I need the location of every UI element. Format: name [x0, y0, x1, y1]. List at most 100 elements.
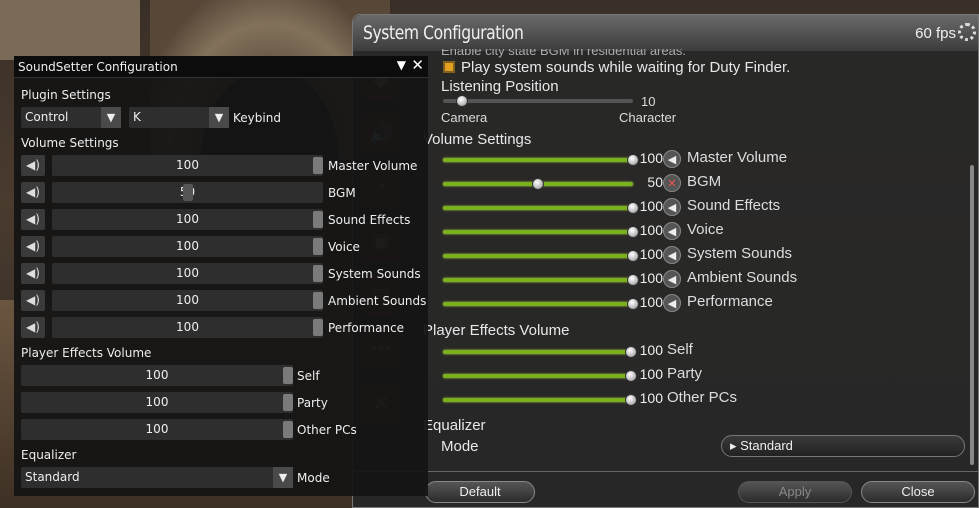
speaker-icon[interactable]: ◀	[663, 150, 681, 168]
window-title: SoundSetter Configuration	[18, 60, 178, 74]
volume-value: 100	[176, 293, 199, 307]
player-effects-value: 100	[639, 342, 663, 358]
chevron-down-icon: ▼	[273, 467, 293, 488]
slider-handle[interactable]	[313, 265, 323, 282]
equalizer-mode-dropdown[interactable]: ▸ Standard	[721, 435, 965, 457]
soundsetter-titlebar[interactable]: SoundSetter Configuration ▼ ✕	[14, 56, 428, 78]
slider-handle[interactable]	[313, 211, 323, 228]
volume-slider-knob[interactable]	[532, 178, 544, 190]
speaker-icon[interactable]: ◀	[663, 270, 681, 288]
speaker-icon[interactable]: ◀)	[21, 317, 45, 338]
volume-slider[interactable]: 100	[52, 290, 323, 311]
volume-slider-track[interactable]	[443, 230, 633, 234]
volume-slider[interactable]: 100	[52, 209, 323, 230]
equalizer-mode-value: Standard	[740, 438, 793, 453]
soundsetter-window: SoundSetter Configuration ▼ ✕ Plugin Set…	[14, 56, 428, 496]
player-effects-value: 100	[639, 366, 663, 382]
speaker-icon[interactable]: ◀)	[21, 155, 45, 176]
volume-label: Ambient Sounds	[328, 294, 427, 308]
volume-slider[interactable]: 100	[52, 263, 323, 284]
volume-value: 100	[639, 150, 663, 166]
slider-handle[interactable]	[313, 319, 323, 336]
key-dropdown[interactable]: K ▼	[129, 107, 229, 128]
player-effects-heading: Player Effects Volume	[21, 346, 152, 360]
volume-label: Performance	[328, 321, 405, 335]
equalizer-mode-value: Standard	[25, 470, 80, 484]
slider-handle[interactable]	[313, 292, 323, 309]
volume-slider[interactable]: 50	[52, 182, 323, 203]
volume-value: 100	[639, 222, 663, 238]
volume-slider-track[interactable]	[443, 158, 633, 162]
player-effects-slider-track[interactable]	[443, 350, 631, 354]
collapse-icon[interactable]: ▼	[397, 58, 406, 72]
fps-counter: 60 fps	[915, 25, 956, 42]
speaker-icon[interactable]: ◀	[663, 222, 681, 240]
slider-handle[interactable]	[283, 367, 293, 384]
listening-position-knob[interactable]	[456, 95, 468, 107]
volume-label: System Sounds	[687, 245, 793, 262]
volume-label: Sound Effects	[687, 197, 781, 214]
volume-label: BGM	[687, 173, 722, 190]
equalizer-heading: Equalizer	[423, 417, 486, 434]
speaker-icon[interactable]: ◀	[663, 198, 681, 216]
close-icon[interactable]: ✕	[411, 56, 424, 74]
slider-handle[interactable]	[283, 421, 293, 438]
player-effects-heading: Player Effects Volume	[423, 322, 570, 339]
slider-handle[interactable]	[313, 157, 323, 174]
speaker-muted-icon[interactable]: ✕	[663, 174, 681, 192]
volume-label: Master Volume	[328, 159, 418, 173]
player-effects-label: Self	[297, 369, 320, 383]
volume-slider-track[interactable]	[443, 206, 633, 210]
volume-label: Sound Effects	[328, 213, 411, 227]
scrollbar[interactable]	[970, 165, 974, 465]
slider-handle[interactable]	[182, 184, 193, 201]
duty-finder-sounds-checkbox[interactable]	[443, 61, 455, 73]
volume-value: 50	[647, 174, 663, 190]
modifier-key-dropdown[interactable]: Control ▼	[21, 107, 121, 128]
speaker-icon[interactable]: ◀	[663, 294, 681, 312]
volume-slider-track[interactable]	[443, 278, 633, 282]
slider-handle[interactable]	[313, 238, 323, 255]
player-effects-slider[interactable]: 100	[21, 365, 293, 386]
speaker-icon[interactable]: ◀)	[21, 209, 45, 230]
volume-value: 100	[176, 212, 199, 226]
volume-label: Voice	[687, 221, 724, 238]
default-button[interactable]: Default	[425, 481, 535, 503]
volume-value: 100	[176, 158, 199, 172]
volume-slider[interactable]: 100	[52, 317, 323, 338]
chevron-down-icon: ▼	[209, 107, 229, 128]
equalizer-heading: Equalizer	[21, 448, 77, 462]
speaker-low-icon[interactable]: ◀)	[21, 182, 45, 203]
player-effects-slider[interactable]: 100	[21, 392, 293, 413]
listening-position-value: 10	[641, 94, 656, 109]
chevron-right-icon: ▸	[730, 438, 741, 453]
speaker-icon[interactable]: ◀)	[21, 263, 45, 284]
close-button[interactable]: Close	[861, 481, 975, 503]
volume-slider-track[interactable]	[443, 302, 633, 306]
system-configuration-titlebar[interactable]: System Configuration 60 fps	[353, 15, 978, 51]
speaker-icon[interactable]: ◀)	[21, 290, 45, 311]
volume-slider[interactable]: 100	[52, 155, 323, 176]
speaker-icon[interactable]: ◀	[663, 246, 681, 264]
modifier-key-value: Control	[25, 110, 69, 124]
equalizer-mode-dropdown[interactable]: Standard ▼	[21, 467, 293, 488]
listening-position-heading: Listening Position	[441, 78, 559, 95]
settings-gear-icon[interactable]	[958, 23, 976, 41]
volume-settings-heading: Volume Settings	[423, 131, 532, 148]
equalizer-mode-label: Mode	[297, 471, 330, 485]
player-effects-value: 100	[639, 390, 663, 406]
volume-slider[interactable]: 100	[52, 236, 323, 257]
player-effects-slider[interactable]: 100	[21, 419, 293, 440]
apply-button[interactable]: Apply	[738, 481, 852, 503]
volume-label: Master Volume	[687, 149, 788, 166]
speaker-icon[interactable]: ◀)	[21, 236, 45, 257]
footer-divider	[353, 471, 978, 472]
listening-position-track[interactable]	[443, 99, 633, 103]
player-effects-slider-track[interactable]	[443, 374, 631, 378]
slider-handle[interactable]	[283, 394, 293, 411]
player-effects-value: 100	[145, 422, 169, 436]
player-effects-slider-track[interactable]	[443, 398, 631, 402]
listening-character-label: Character	[619, 110, 677, 125]
volume-slider-track[interactable]	[443, 254, 633, 258]
volume-value: 100	[639, 246, 663, 262]
